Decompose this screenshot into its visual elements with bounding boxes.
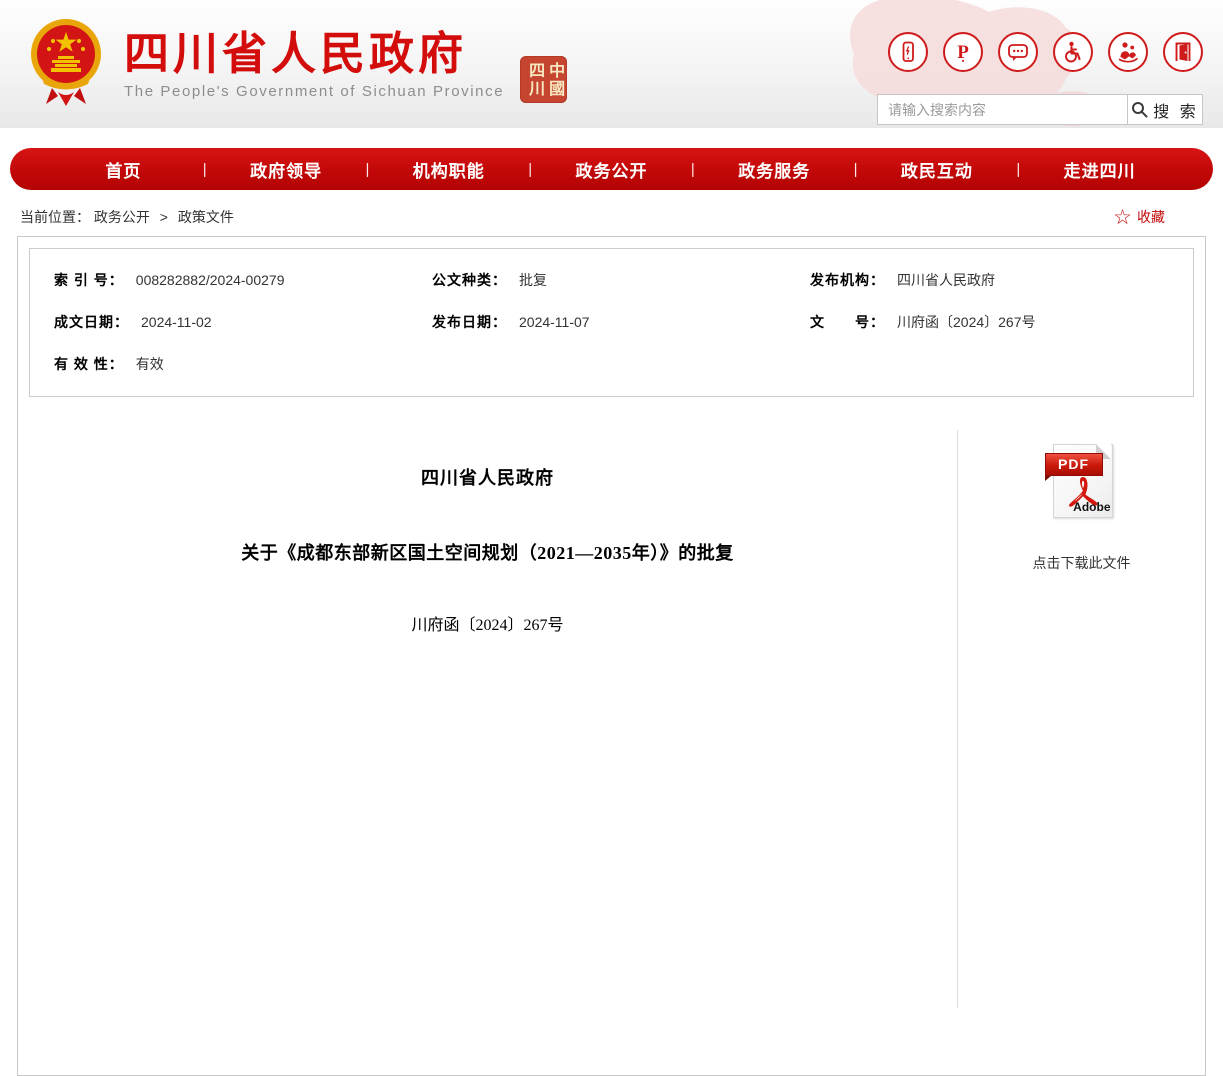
metadata-box: 索 引 号： 008282882/2024-00279 公文种类： 批复 发布机构：… — [29, 248, 1194, 397]
document-area: 四川省人民政府 关于《成都东部新区国土空间规划（2021—2035年）》的批复 … — [18, 408, 1205, 1008]
logo-area: 四川省人民政府 The People's Government of Sichu… — [28, 16, 568, 108]
sichuan-seal-stamp-icon: 中國四川 — [520, 56, 568, 103]
meta-field-validity: 有 效 性： 有效 — [54, 356, 164, 372]
nav-item-home[interactable]: 首页 — [44, 157, 203, 182]
site-title-block[interactable]: 四川省人民政府 The People's Government of Sichu… — [124, 29, 505, 100]
accessibility-icon[interactable] — [1053, 32, 1093, 72]
search-icon — [1132, 102, 1148, 118]
favorite-button[interactable]: ☆ 收藏 — [1113, 207, 1165, 228]
nav-item-government-affairs-disclosure[interactable]: 政务公开 — [532, 157, 691, 182]
mobile-icon[interactable] — [888, 32, 928, 72]
search-bar: 搜 索 — [877, 94, 1203, 125]
message-icon[interactable] — [998, 32, 1038, 72]
breadcrumb-link-policy-documents[interactable]: 政策文件 — [178, 209, 234, 225]
nav-item-government-leaders[interactable]: 政府领导 — [207, 157, 366, 182]
breadcrumb-row: 当前位置： 政务公开 > 政策文件 ☆ 收藏 — [0, 190, 1223, 228]
header-icon-row: P — [888, 32, 1203, 72]
search-input[interactable] — [877, 94, 1127, 125]
document-org-title: 四川省人民政府 — [421, 468, 554, 488]
site-subtitle: The People's Government of Sichuan Provi… — [124, 82, 505, 100]
nav-item-institutional-functions[interactable]: 机构职能 — [369, 157, 528, 182]
pdf-banner-fold — [1044, 476, 1051, 481]
favorite-label: 收藏 — [1137, 209, 1165, 225]
search-button-label: 搜 索 — [1153, 103, 1199, 121]
breadcrumb-separator: > — [159, 209, 168, 225]
nav-item-public-interaction[interactable]: 政民互动 — [858, 157, 1017, 182]
nav-item-into-sichuan[interactable]: 走进四川 — [1020, 157, 1179, 182]
adobe-label: Adobe — [1073, 500, 1111, 514]
header-right: P 搜 索 — [850, 0, 1209, 128]
breadcrumb-link-disclosure[interactable]: 政务公开 — [94, 209, 150, 225]
main-nav: 首页 | 政府领导 | 机构职能 | 政务公开 | 政务服务 | 政民互动 | … — [10, 148, 1213, 190]
door-icon[interactable] — [1163, 32, 1203, 72]
pdf-file-icon[interactable]: PDF Adobe — [1044, 442, 1117, 520]
document-number: 川府函〔2024〕267号 — [411, 617, 564, 634]
meta-field-document-number: 文 号： 川府函〔2024〕267号 — [810, 314, 1036, 330]
breadcrumb: 当前位置： 政务公开 > 政策文件 — [20, 207, 234, 227]
document-body: 四川省人民政府 关于《成都东部新区国土空间规划（2021—2035年）》的批复 … — [18, 408, 957, 1008]
download-panel: PDF Adobe 点击下载此文件 — [957, 430, 1205, 1008]
meta-field-index-number: 索 引 号： 008282882/2024-00279 — [54, 272, 285, 288]
meta-field-document-type: 公文种类： 批复 — [432, 272, 547, 288]
pdf-banner-label: PDF — [1044, 453, 1103, 476]
site-title[interactable]: 四川省人民政府 — [124, 29, 504, 80]
meta-field-issuing-agency: 发布机构： 四川省人民政府 — [810, 272, 995, 288]
site-header: 四川省人民政府 The People's Government of Sichu… — [0, 0, 1223, 128]
document-container: 索 引 号： 008282882/2024-00279 公文种类： 批复 发布机构：… — [17, 236, 1206, 1076]
elder-care-icon[interactable] — [1108, 32, 1148, 72]
star-icon: ☆ — [1113, 205, 1132, 229]
meta-field-publish-date: 发布日期： 2024-11-07 — [432, 314, 590, 330]
national-emblem-icon — [31, 19, 101, 106]
download-link[interactable]: 点击下载此文件 — [958, 553, 1205, 573]
meta-field-written-date: 成文日期： 2024-11-02 — [54, 314, 212, 330]
media-p-icon[interactable]: P — [943, 32, 983, 72]
nav-item-government-services[interactable]: 政务服务 — [695, 157, 854, 182]
document-title: 关于《成都东部新区国土空间规划（2021—2035年）》的批复 — [241, 543, 734, 563]
search-button[interactable]: 搜 索 — [1127, 94, 1203, 125]
breadcrumb-label: 当前位置： — [20, 209, 90, 225]
